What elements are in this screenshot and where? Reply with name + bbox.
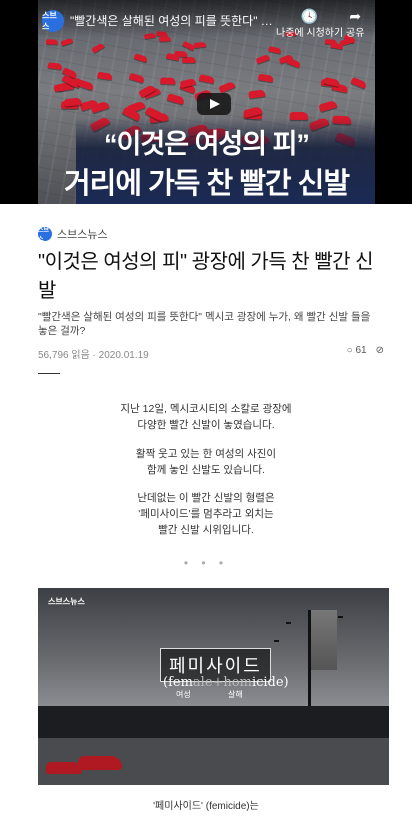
bird	[338, 616, 343, 618]
bird	[274, 640, 279, 642]
overlay-english-mid: ale+hom	[192, 675, 252, 690]
red-shoe	[78, 756, 122, 770]
article-title: "이것은 여성의 피" 광장에 가득 찬 빨간 신발	[38, 251, 374, 302]
content-separator: • • •	[183, 556, 229, 570]
article-meta: 56,796 읽음 · 2020.01.19	[38, 346, 149, 361]
overlay-english-close: icide)	[251, 675, 289, 690]
article-actions: ○ 61 ⊘	[347, 345, 384, 356]
bird	[286, 622, 291, 624]
view-count: 56,796 읽음	[38, 350, 90, 361]
flag	[311, 610, 337, 670]
red-shoe	[159, 77, 176, 85]
image-watermark: 스브스뉴스	[48, 597, 85, 606]
body-paragraph-2: 활짝 웃고 있는 한 여성의 사진이 함께 놓인 신발도 있습니다.	[135, 448, 277, 476]
share-arrow-icon: ➦	[349, 8, 362, 24]
overlay-sub-murder: 살해	[228, 690, 243, 699]
watch-later-label: 나중에 시청하기	[276, 28, 344, 39]
red-shoe	[64, 97, 83, 107]
palace-silhouette	[38, 706, 389, 742]
meta-separator: ·	[92, 350, 96, 361]
clock-icon: 🕓	[300, 8, 319, 24]
overlay-femicide-english: (female+homicide)	[163, 675, 289, 690]
body-paragraph-3: 난데없는 이 빨간 신발의 형렬은 '페미사이드'를 멈추라고 외치는 빨간 신…	[137, 492, 275, 536]
image-caption: '페미사이드' (femicide)는	[153, 801, 259, 812]
comment-count: 61	[355, 345, 367, 356]
publish-date: 2020.01.19	[98, 350, 149, 361]
publisher[interactable]: 스브스 스브스뉴스	[38, 226, 108, 243]
share-label: 공유	[346, 28, 365, 39]
overlay-english-open: (fem	[163, 675, 193, 690]
comment-icon: ○	[346, 345, 353, 356]
video-title[interactable]: "빨간색은 살해된 여성의 피를 뜻한다" 멕시...	[70, 12, 280, 29]
section-divider	[38, 373, 60, 374]
video-headline-line1: “이것은 여성의 피”	[104, 129, 310, 159]
red-shoe	[194, 41, 207, 49]
video-player[interactable]: 스브스 "빨간색은 살해된 여성의 피를 뜻한다" 멕시... 🕓 나중에 시청…	[0, 0, 412, 204]
watch-later-button[interactable]: 🕓 나중에 시청하기	[276, 8, 343, 39]
article-image[interactable]: 스브스뉴스 페미사이드 (female+homicide) 여성 살해	[38, 588, 389, 785]
channel-avatar[interactable]: 스브스	[42, 10, 64, 32]
red-shoe	[182, 56, 196, 63]
more-options-icon[interactable]: ⊘	[376, 345, 384, 356]
article-summary: "빨간색은 살해된 여성의 피를 뜻한다" 멕시코 광장에 누가, 왜 빨간 신…	[38, 311, 371, 337]
red-shoe	[46, 762, 82, 774]
overlay-sub-woman: 여성	[176, 690, 191, 699]
publisher-logo: 스브스	[38, 227, 52, 243]
video-headline-line2: 거리에 가득 찬 빨간 신발	[63, 168, 350, 200]
play-icon[interactable]	[197, 93, 231, 115]
red-shoe	[45, 39, 58, 45]
publisher-name[interactable]: 스브스뉴스	[57, 226, 108, 242]
body-paragraph-1: 지난 12일, 멕시코시티의 소칼로 광장에 다양한 빨간 신발이 놓였습니다.	[120, 403, 292, 431]
comments-button[interactable]: ○ 61	[347, 345, 367, 356]
share-button[interactable]: ➦ 공유	[346, 8, 364, 39]
